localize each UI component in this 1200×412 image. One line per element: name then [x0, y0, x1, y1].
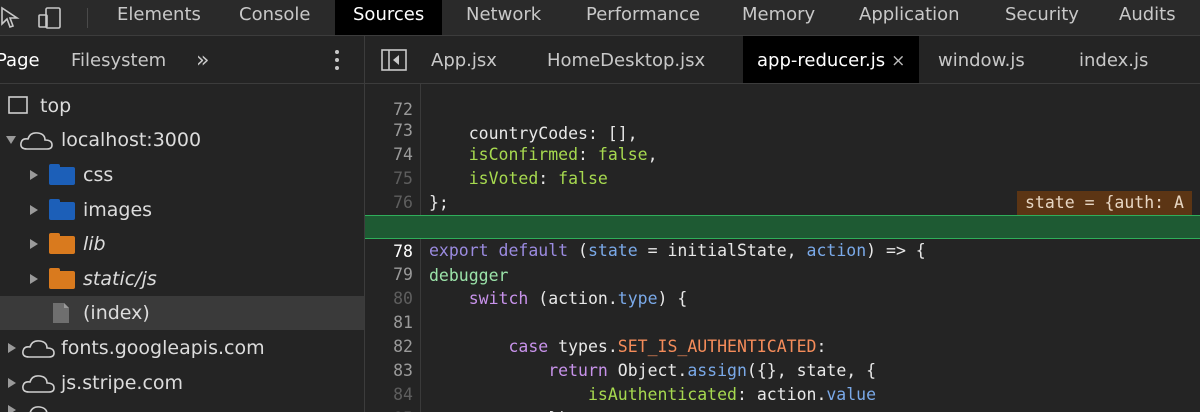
inspect-element-icon[interactable] [0, 6, 24, 30]
tree-item-label: js.stripe.com [61, 372, 184, 394]
device-toolbar-icon[interactable] [38, 6, 62, 30]
file-tab-app-reducer-js[interactable]: app-reducer.js × [743, 36, 920, 83]
chevron-down-icon[interactable] [6, 136, 16, 144]
code-line: 82 return Object.assign({}, state, { [365, 311, 1200, 380]
tree-item-label: (index) [83, 302, 150, 324]
toggle-navigator-icon[interactable] [381, 49, 407, 71]
tree-item-fonts-googleapis[interactable]: fonts.googleapis.com [0, 331, 364, 365]
tree-item-label: css [83, 164, 114, 186]
code-line: 81 case types.SET_IS_AUTHENTICATED: [365, 287, 1200, 356]
chevron-right-icon[interactable] [30, 274, 38, 284]
file-tab-index-js[interactable]: index.js [1079, 36, 1148, 83]
tree-item-lib[interactable]: lib [0, 227, 364, 261]
toolbar-divider [87, 8, 88, 28]
code-line: 75 }; [365, 143, 1200, 212]
tab-security[interactable]: Security [1005, 0, 1079, 35]
chevron-right-icon[interactable] [30, 205, 38, 215]
code-line: 83 isAuthenticated: action.value [365, 335, 1200, 404]
tab-page[interactable]: Page [0, 36, 40, 83]
tree-item-images[interactable]: images [0, 193, 364, 227]
cloud-icon [21, 405, 57, 412]
tab-audits[interactable]: Audits [1119, 0, 1176, 35]
code-line: 79 switch (action.type) { [365, 239, 1200, 308]
paused-line: 78 debugger [365, 215, 1200, 285]
code-line: 74 isVoted: false [365, 119, 1200, 188]
code-line: 80 [365, 263, 1200, 308]
tree-item-label: top [40, 95, 72, 117]
cloud-icon [21, 374, 57, 394]
tab-filesystem[interactable]: Filesystem [71, 36, 166, 83]
chevron-right-icon[interactable] [30, 170, 38, 180]
chevron-right-icon[interactable] [8, 343, 16, 353]
tab-application[interactable]: Application [859, 0, 960, 35]
cloud-icon [21, 339, 57, 359]
tab-memory[interactable]: Memory [742, 0, 815, 35]
file-icon [52, 302, 70, 324]
devtools-toolbar: Elements Console Sources Network Perform… [0, 0, 1200, 36]
tab-elements[interactable]: Elements [117, 0, 201, 35]
tree-item-localhost[interactable]: localhost:3000 [0, 123, 364, 157]
navigator-panel: Page Filesystem » top localhost:3000 css… [0, 36, 365, 412]
more-tabs-button[interactable]: » [196, 36, 209, 83]
folder-icon [49, 199, 75, 220]
line-number: 85 [365, 407, 413, 412]
tab-performance[interactable]: Performance [586, 0, 700, 35]
tree-item-label: static/js [83, 268, 157, 290]
navigator-tabs: Page Filesystem » [0, 36, 364, 84]
tab-network[interactable]: Network [466, 0, 541, 35]
tree-item-partial[interactable] [0, 401, 364, 412]
file-tab-window-js[interactable]: window.js [938, 36, 1025, 83]
more-vertical-icon[interactable] [330, 48, 344, 72]
code-line: 85 [365, 383, 1200, 412]
file-tab-homedesktop-jsx[interactable]: HomeDesktop.jsx [547, 36, 705, 83]
code-line: 76 [365, 167, 1200, 212]
folder-icon [49, 268, 75, 289]
folder-icon [49, 233, 75, 254]
tree-item-label: images [83, 199, 153, 221]
file-tabs: App.jsx HomeDesktop.jsx app-reducer.js × … [365, 36, 1200, 84]
tree-item-label: lib [83, 233, 106, 255]
code-line: 84 }) [365, 359, 1200, 412]
chevron-right-icon[interactable] [30, 239, 38, 249]
code-text: }) [429, 407, 568, 412]
file-tab-app-jsx[interactable]: App.jsx [431, 36, 497, 83]
tree-item-label: fonts.googleapis.com [61, 337, 265, 359]
folder-icon [49, 164, 75, 185]
frame-icon [8, 96, 28, 114]
close-icon[interactable]: × [891, 51, 905, 71]
tree-item-top[interactable]: top [0, 89, 364, 123]
chevron-right-icon[interactable] [8, 405, 16, 412]
editor-panel: App.jsx HomeDesktop.jsx app-reducer.js × … [365, 36, 1200, 412]
chevron-right-icon[interactable] [8, 378, 16, 388]
tree-item-static-js[interactable]: static/js [0, 262, 364, 296]
inline-variable-value[interactable]: state = {auth: A [1017, 191, 1192, 215]
code-line: 73 isConfirmed: false, [365, 95, 1200, 164]
tree-item-js-stripe[interactable]: js.stripe.com [0, 366, 364, 400]
tab-console[interactable]: Console [239, 0, 310, 35]
file-tab-label: app-reducer.js [757, 50, 886, 71]
cloud-icon [19, 131, 55, 151]
tree-item-label: localhost:3000 [61, 129, 202, 151]
tree-item-index[interactable]: (index) [0, 296, 364, 330]
tree-item-css[interactable]: css [0, 158, 364, 192]
tab-sources[interactable]: Sources [335, 0, 443, 35]
code-line: 77 export default (state = initialState,… [365, 191, 1200, 260]
code-area[interactable]: 72 countryCodes: [], 73 isConfirmed: fal… [365, 84, 1200, 412]
